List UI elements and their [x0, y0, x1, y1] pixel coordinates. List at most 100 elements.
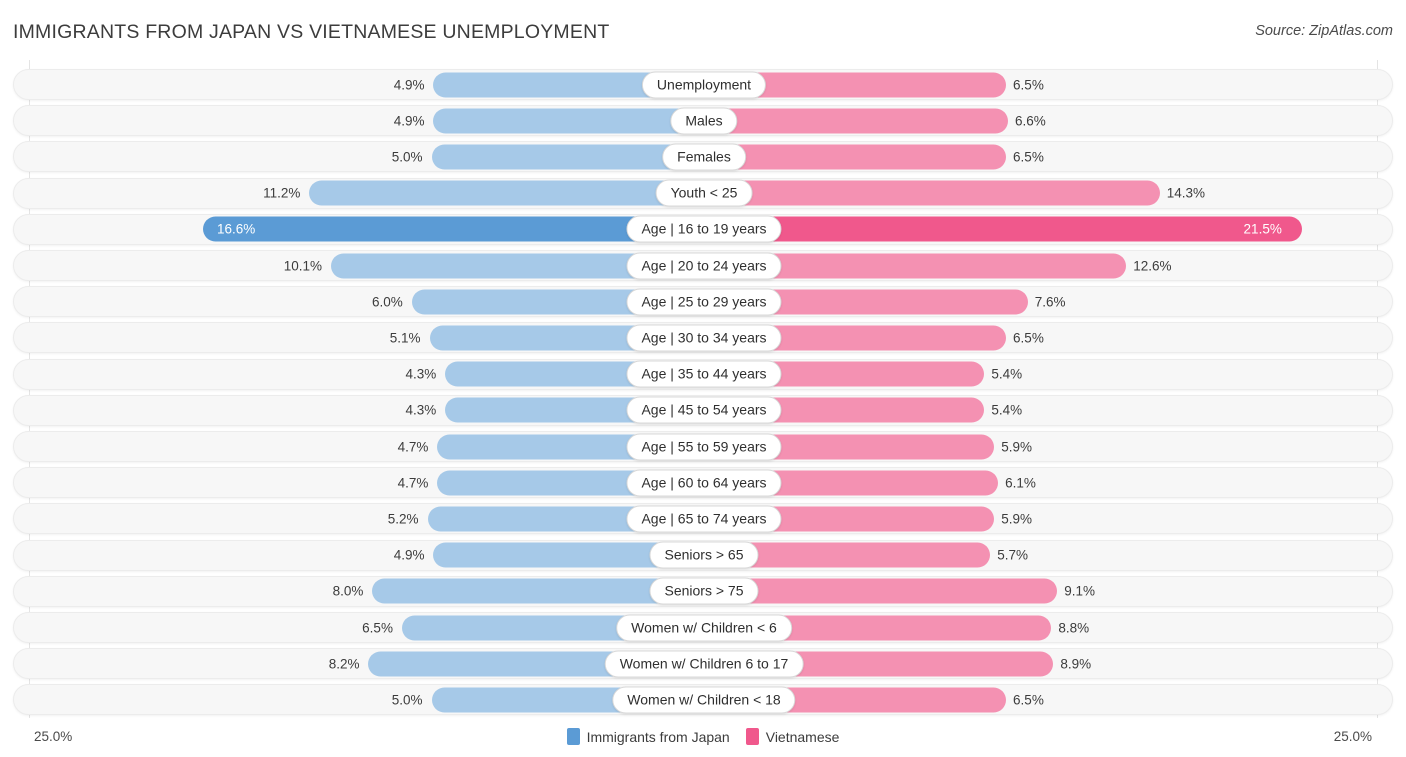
table-row[interactable]: 6.0% 7.6% Age | 25 to 29 years — [13, 286, 1393, 318]
row-track: 4.9% 6.6% Males — [14, 106, 1392, 135]
row-track: 4.7% 6.1% Age | 60 to 64 years — [14, 468, 1392, 497]
value-label-right: 6.6% — [1015, 113, 1046, 129]
row-track: 4.3% 5.4% Age | 45 to 54 years — [14, 396, 1392, 425]
category-label-pill[interactable]: Females — [662, 143, 746, 171]
bar-right — [704, 216, 1302, 242]
category-label-pill[interactable]: Age | 60 to 64 years — [626, 469, 782, 497]
value-label-left: 4.9% — [393, 113, 425, 129]
category-label-pill[interactable]: Age | 35 to 44 years — [626, 360, 782, 388]
table-row[interactable]: 4.7% 6.1% Age | 60 to 64 years — [13, 467, 1393, 499]
value-label-right: 9.1% — [1064, 583, 1096, 599]
category-label-pill[interactable]: Age | 20 to 24 years — [626, 252, 782, 279]
value-label-left: 4.9% — [393, 77, 425, 92]
category-label-pill[interactable]: Age | 55 to 59 years — [626, 433, 782, 460]
row-track: 11.2% 14.3% Youth < 25 — [14, 179, 1392, 208]
source-attribution: Source: ZipAtlas.com — [1255, 23, 1393, 39]
value-label-left: 5.0% — [391, 149, 423, 165]
category-label-pill[interactable]: Age | 45 to 54 years — [626, 396, 782, 424]
row-track: 5.1% 6.5% Age | 30 to 34 years — [14, 323, 1392, 352]
bar-right — [704, 180, 1160, 206]
row-track: 4.9% 5.7% Seniors > 65 — [14, 541, 1392, 570]
value-label-right: 8.9% — [1060, 656, 1092, 672]
table-row[interactable]: 4.9% 6.6% Males — [13, 105, 1393, 137]
value-label-left: 5.1% — [389, 330, 421, 346]
chart-page: IMMIGRANTS FROM JAPAN VS VIETNAMESE UNEM… — [0, 0, 1406, 757]
legend-swatch-icon — [566, 728, 580, 745]
table-row[interactable]: 4.3% 5.4% Age | 35 to 44 years — [13, 358, 1393, 390]
legend-item[interactable]: Vietnamese — [745, 728, 840, 745]
table-row[interactable]: 4.3% 5.4% Age | 45 to 54 years — [13, 394, 1393, 426]
value-label-left: 6.0% — [372, 294, 403, 310]
value-label-right: 6.5% — [1013, 149, 1044, 165]
category-label-pill[interactable]: Unemployment — [641, 71, 767, 98]
chart-legend: Immigrants from Japan Vietnamese — [0, 728, 1406, 745]
value-label-left: 4.7% — [397, 439, 429, 454]
row-track: 6.5% 8.8% Women w/ Children < 6 — [14, 613, 1392, 642]
category-label-pill[interactable]: Seniors > 75 — [649, 577, 759, 605]
category-label-pill[interactable]: Women w/ Children < 18 — [612, 686, 796, 714]
row-track: 5.0% 6.5% Females — [14, 142, 1392, 171]
value-label-right: 5.7% — [997, 547, 1029, 563]
value-label-right: 5.4% — [991, 402, 1023, 418]
row-track: 4.7% 5.9% Age | 55 to 59 years — [14, 432, 1392, 461]
table-row[interactable]: 4.9% 5.7% Seniors > 65 — [13, 539, 1393, 571]
row-track: 8.2% 8.9% Women w/ Children 6 to 17 — [14, 649, 1392, 678]
table-row[interactable]: 4.9% 6.5% Unemployment — [13, 69, 1393, 100]
value-label-right: 6.5% — [1013, 692, 1044, 708]
table-row[interactable]: 8.2% 8.9% Women w/ Children 6 to 17 — [13, 648, 1393, 680]
table-row[interactable]: 5.0% 6.5% Females — [13, 141, 1393, 173]
category-label-pill[interactable]: Seniors > 65 — [649, 541, 759, 569]
table-row[interactable]: 4.7% 5.9% Age | 55 to 59 years — [13, 431, 1393, 462]
value-label-left: 5.0% — [391, 692, 423, 708]
table-row[interactable]: 8.0% 9.1% Seniors > 75 — [13, 575, 1393, 607]
chart-header: IMMIGRANTS FROM JAPAN VS VIETNAMESE UNEM… — [0, 0, 1406, 60]
value-label-left: 4.7% — [397, 475, 429, 491]
category-label-pill[interactable]: Age | 16 to 19 years — [626, 215, 782, 243]
category-label-pill[interactable]: Women w/ Children 6 to 17 — [604, 650, 804, 678]
table-row[interactable]: 5.1% 6.5% Age | 30 to 34 years — [13, 322, 1393, 354]
table-row[interactable]: 10.1% 12.6% Age | 20 to 24 years — [13, 250, 1393, 281]
table-row[interactable]: 5.0% 6.5% Women w/ Children < 18 — [13, 684, 1393, 716]
row-track: 8.0% 9.1% Seniors > 75 — [14, 577, 1392, 606]
chart-footer: 25.0% 25.0% Immigrants from Japan Vietnam… — [0, 718, 1406, 757]
category-label-pill[interactable]: Males — [670, 107, 738, 135]
legend-item[interactable]: Immigrants from Japan — [566, 728, 730, 745]
row-track: 10.1% 12.6% Age | 20 to 24 years — [14, 251, 1392, 280]
row-track: 4.9% 6.5% Unemployment — [14, 70, 1392, 99]
value-label-left: 4.9% — [393, 547, 425, 563]
value-label-left: 4.3% — [405, 366, 437, 382]
value-label-right: 5.4% — [991, 366, 1023, 382]
value-label-right: 8.8% — [1058, 620, 1090, 635]
bar-left — [309, 180, 704, 206]
table-row[interactable]: 6.5% 8.8% Women w/ Children < 6 — [13, 612, 1393, 643]
value-label-right: 12.6% — [1133, 258, 1172, 273]
bar-right — [704, 144, 1007, 170]
category-label-pill[interactable]: Age | 30 to 34 years — [626, 324, 782, 352]
value-label-left: 5.2% — [387, 511, 419, 527]
value-label-left: 6.5% — [362, 620, 393, 635]
value-label-left: 8.2% — [328, 656, 360, 672]
table-row[interactable]: 5.2% 5.9% Age | 65 to 74 years — [13, 503, 1393, 535]
legend-label: Vietnamese — [765, 728, 840, 745]
row-track: 5.2% 5.9% Age | 65 to 74 years — [14, 504, 1392, 533]
value-label-right: 21.5% — [1243, 221, 1282, 237]
chart-plot-area: 4.9% 6.5% Unemployment 4.9% 6.6% Males 5.0% 6.5… — [0, 60, 1406, 718]
value-label-left: 4.3% — [405, 402, 437, 418]
table-row[interactable]: 11.2% 14.3% Youth < 25 — [13, 177, 1393, 209]
value-label-left: 10.1% — [283, 258, 323, 273]
value-label-right: 7.6% — [1034, 294, 1066, 310]
category-label-pill[interactable]: Age | 25 to 29 years — [626, 288, 782, 316]
row-track: 6.0% 7.6% Age | 25 to 29 years — [14, 287, 1392, 316]
value-label-left: 11.2% — [263, 185, 301, 201]
value-label-right: 5.9% — [1001, 439, 1032, 454]
category-label-pill[interactable]: Women w/ Children < 6 — [616, 614, 792, 641]
value-label-right: 5.9% — [1001, 511, 1032, 527]
value-label-left: 16.6% — [216, 221, 256, 237]
table-row[interactable]: 16.6% 21.5% Age | 16 to 19 years — [13, 213, 1393, 245]
bar-left — [433, 108, 704, 134]
category-label-pill[interactable]: Youth < 25 — [655, 179, 753, 207]
category-label-pill[interactable]: Age | 65 to 74 years — [626, 505, 782, 533]
value-label-right: 6.5% — [1013, 77, 1044, 92]
row-track: 5.0% 6.5% Women w/ Children < 18 — [14, 685, 1392, 714]
row-track: 16.6% 21.5% Age | 16 to 19 years — [14, 215, 1392, 244]
